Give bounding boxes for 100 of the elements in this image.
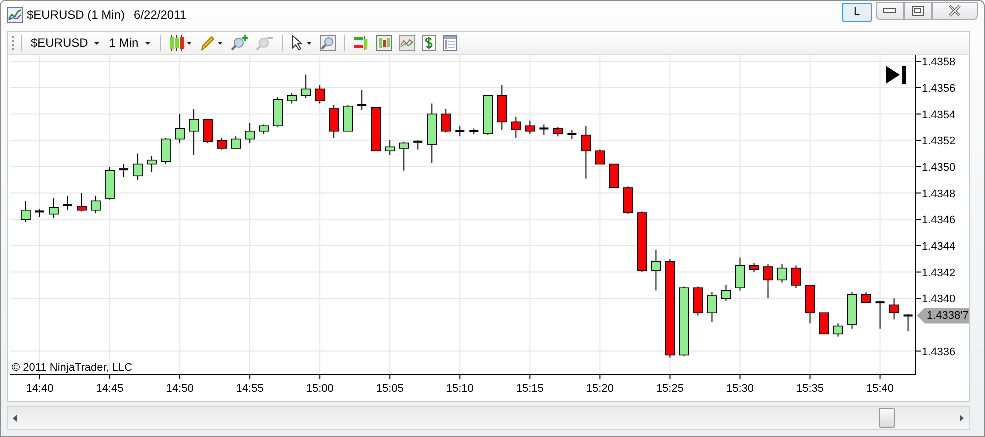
candlestick bbox=[553, 126, 564, 138]
horizontal-scrollbar[interactable] bbox=[7, 406, 970, 430]
time-label: 15:30 bbox=[726, 383, 754, 395]
candlestick bbox=[301, 74, 311, 99]
candlestick bbox=[245, 122, 255, 144]
candlestick bbox=[189, 108, 199, 156]
candlestick bbox=[595, 149, 606, 165]
price-label: 1.4350 bbox=[922, 162, 956, 174]
candlestick bbox=[203, 119, 213, 144]
time-label: 15:00 bbox=[306, 383, 334, 395]
candlestick bbox=[876, 300, 885, 330]
price-label: 1.4348 bbox=[922, 188, 956, 200]
candlestick bbox=[483, 95, 494, 136]
candlestick bbox=[64, 195, 73, 211]
chart-properties-button[interactable] bbox=[396, 35, 417, 51]
candlestick bbox=[847, 292, 858, 330]
scroll-thumb[interactable] bbox=[879, 408, 895, 428]
candlestick bbox=[36, 208, 44, 218]
maximize-icon bbox=[912, 6, 924, 16]
price-label: 1.4354 bbox=[922, 109, 956, 122]
data-box-button[interactable] bbox=[440, 35, 459, 51]
candlestick bbox=[175, 114, 185, 144]
candlestick bbox=[315, 84, 325, 104]
candlestick bbox=[568, 130, 577, 140]
dollar-icon[interactable] bbox=[420, 35, 438, 51]
candlestick bbox=[456, 126, 465, 138]
candlestick bbox=[441, 108, 452, 134]
candlestick bbox=[693, 286, 704, 316]
window-title: $EURUSD (1 Min) bbox=[27, 8, 126, 22]
price-label: 1.4352 bbox=[922, 136, 956, 148]
candlestick bbox=[259, 124, 269, 134]
zoom-in-button[interactable] bbox=[228, 35, 251, 51]
time-label: 15:25 bbox=[656, 383, 684, 395]
candlestick bbox=[91, 195, 101, 214]
candlestick bbox=[329, 104, 339, 138]
candlestick bbox=[371, 107, 382, 152]
candlestick bbox=[763, 264, 774, 300]
candlestick bbox=[581, 126, 592, 180]
time-label: 15:05 bbox=[376, 383, 404, 395]
candlestick bbox=[833, 323, 844, 338]
toolbar-grip-icon bbox=[12, 35, 15, 51]
candlestick bbox=[609, 164, 620, 188]
maximize-button[interactable] bbox=[904, 2, 932, 20]
candlestick bbox=[343, 104, 353, 132]
candlestick bbox=[889, 298, 900, 320]
price-label: 1.4342 bbox=[922, 267, 956, 280]
candlestick bbox=[161, 137, 171, 165]
time-label: 14:45 bbox=[96, 383, 124, 395]
minimize-button[interactable] bbox=[876, 2, 904, 20]
candlestick bbox=[749, 262, 760, 273]
time-label: 14:55 bbox=[236, 383, 264, 395]
caret-icon bbox=[94, 42, 100, 44]
last-price-tag: 1.4338'7 bbox=[917, 308, 969, 324]
candlestick bbox=[77, 192, 87, 212]
candlestick bbox=[540, 124, 549, 136]
candlestick bbox=[721, 284, 732, 302]
candlestick bbox=[120, 164, 129, 178]
zoom-box-button[interactable] bbox=[318, 35, 338, 51]
price-label: 1.4340 bbox=[922, 294, 956, 306]
candlestick bbox=[147, 156, 157, 173]
price-label: 1.4356 bbox=[922, 82, 956, 95]
candlestick bbox=[651, 249, 662, 292]
scroll-to-end-icon[interactable] bbox=[886, 66, 906, 84]
candlestick bbox=[679, 286, 690, 358]
time-label: 15:40 bbox=[866, 383, 894, 395]
instrument-dropdown[interactable]: $EURUSD bbox=[28, 36, 104, 50]
price-label: 1.4358 bbox=[922, 56, 956, 69]
price-label: 1.4344 bbox=[922, 240, 956, 253]
scroll-right-icon[interactable] bbox=[960, 414, 964, 422]
time-label: 15:35 bbox=[796, 383, 824, 395]
candlestick bbox=[525, 120, 536, 134]
time-label: 15:15 bbox=[516, 383, 544, 395]
candlestick bbox=[287, 92, 297, 104]
candlestick bbox=[399, 141, 410, 172]
candlestick bbox=[861, 292, 872, 304]
strategy-button[interactable] bbox=[374, 35, 394, 51]
candlestick bbox=[49, 198, 59, 219]
candlestick bbox=[414, 140, 423, 150]
candlestick bbox=[904, 314, 913, 332]
candlestick bbox=[511, 116, 522, 138]
candlestick bbox=[217, 137, 227, 150]
candlestick bbox=[777, 264, 788, 284]
candlestick bbox=[497, 84, 508, 131]
time-label: 15:20 bbox=[586, 383, 614, 395]
link-button[interactable]: L bbox=[842, 2, 872, 22]
time-label: 15:10 bbox=[446, 383, 474, 395]
candlestick bbox=[231, 136, 241, 149]
candlestick bbox=[707, 292, 718, 323]
time-label: 14:40 bbox=[26, 383, 54, 395]
chart-app-icon bbox=[7, 7, 23, 23]
close-button[interactable] bbox=[932, 2, 978, 20]
candlestick bbox=[273, 96, 283, 128]
scroll-left-icon[interactable] bbox=[13, 414, 17, 422]
copyright-text: © 2011 NinjaTrader, LLC bbox=[12, 362, 133, 374]
candlestick bbox=[385, 140, 396, 156]
candlestick bbox=[805, 284, 816, 324]
price-label: 1.4336 bbox=[922, 346, 956, 358]
chart-date: 6/22/2011 bbox=[134, 8, 187, 22]
candlestick bbox=[735, 257, 746, 292]
interval-dropdown[interactable]: 1 Min bbox=[106, 36, 154, 50]
